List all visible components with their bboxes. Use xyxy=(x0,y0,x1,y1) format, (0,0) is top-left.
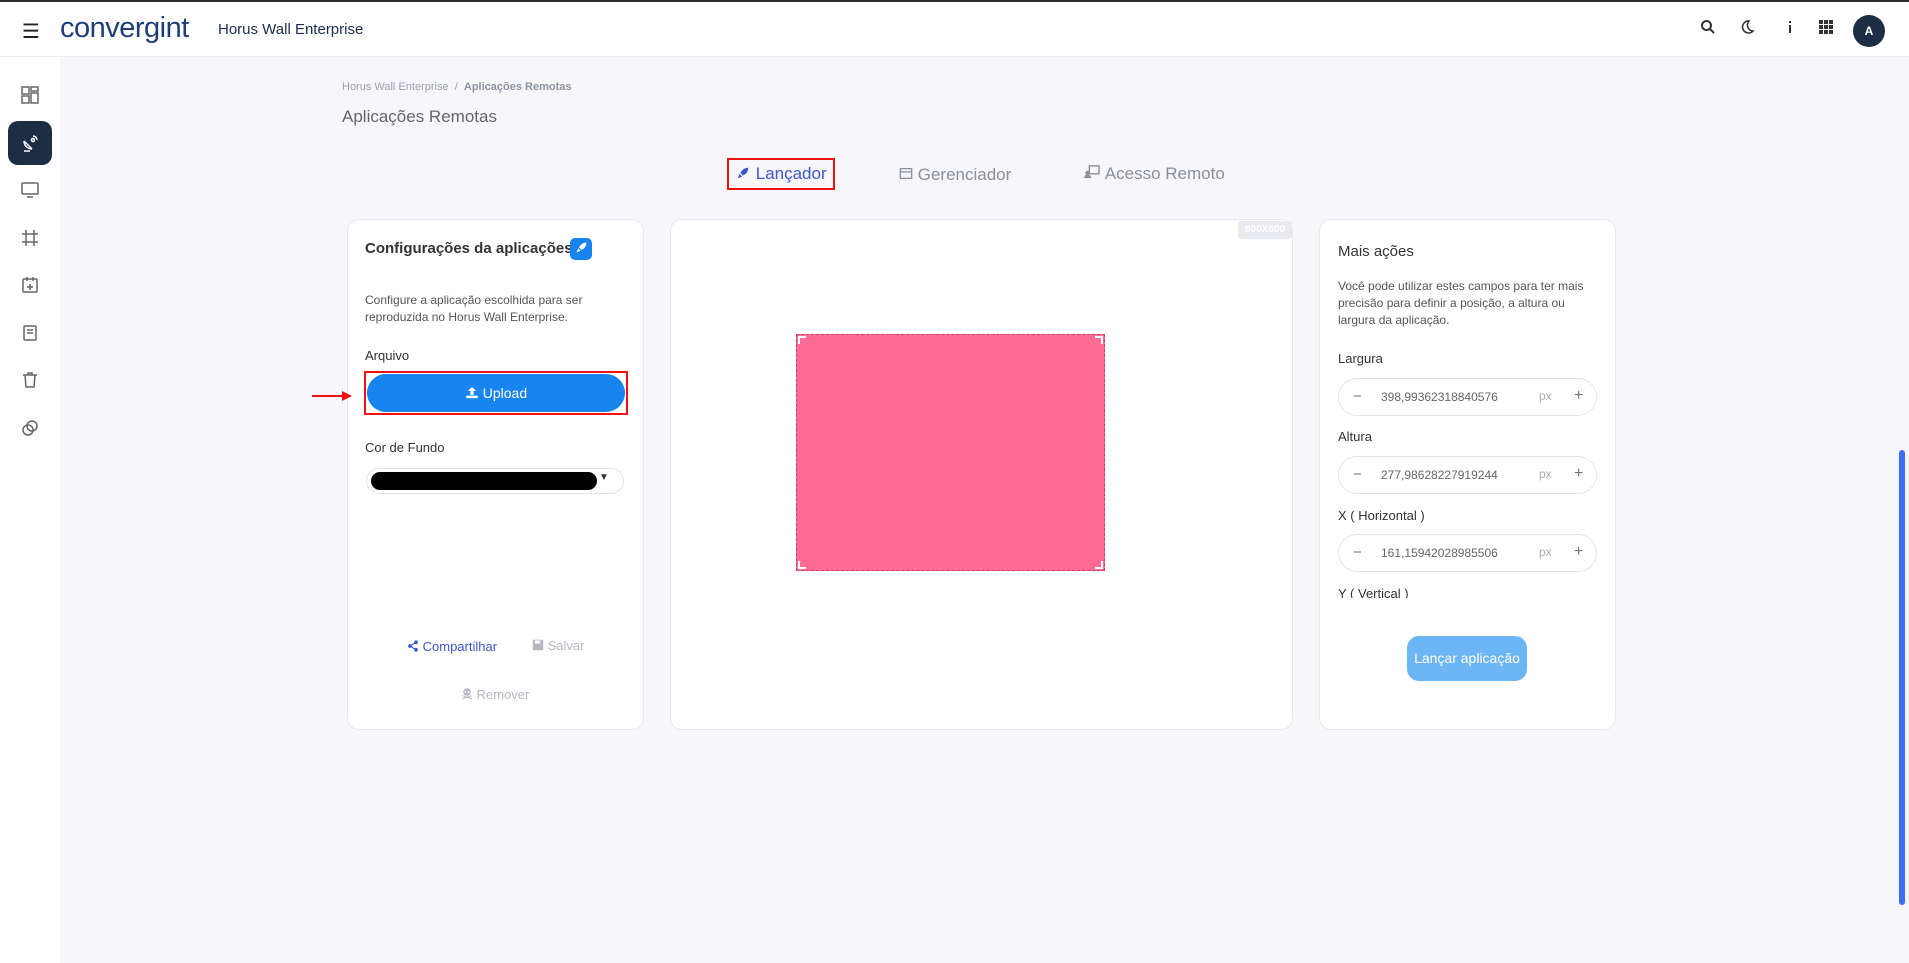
x-stepper[interactable]: − 161,15942028985506 px + xyxy=(1338,534,1597,572)
tab-manager[interactable]: Gerenciador xyxy=(899,165,1011,185)
window-icon xyxy=(899,167,913,180)
tab-launcher[interactable]: Lançador xyxy=(727,158,835,190)
page-title: Aplicações Remotas xyxy=(342,107,497,126)
resize-handle-top-left[interactable] xyxy=(798,336,806,344)
color-swatch xyxy=(371,472,597,490)
caret-down-icon: ▼ xyxy=(599,472,609,483)
save-label: Salvar xyxy=(547,638,585,653)
sidebar-item-copy[interactable] xyxy=(8,406,52,450)
breadcrumb-root[interactable]: Horus Wall Enterprise xyxy=(342,81,449,93)
info-icon[interactable] xyxy=(1782,19,1798,40)
copy-icon xyxy=(22,420,38,436)
tab-launcher-label: Lançador xyxy=(755,164,827,183)
increment-x-button[interactable]: + xyxy=(1574,543,1583,561)
skull-crossbones-icon xyxy=(462,688,472,700)
rocket-icon xyxy=(737,167,749,179)
decrement-x-button[interactable]: − xyxy=(1353,544,1362,561)
avatar[interactable]: A xyxy=(1853,15,1885,47)
height-unit: px xyxy=(1539,467,1552,481)
width-stepper[interactable]: − 398,99362318840576 px + xyxy=(1338,378,1597,416)
book-icon xyxy=(23,325,37,341)
dashboard-icon xyxy=(21,86,39,104)
share-label: Compartilhar xyxy=(422,639,498,654)
y-label: Y ( Vertical ) xyxy=(1338,586,1409,598)
actions-description: Você pode utilizar estes campos para ter… xyxy=(1338,279,1584,327)
sidebar xyxy=(0,57,60,963)
x-label: X ( Horizontal ) xyxy=(1338,508,1425,523)
sidebar-item-reports[interactable] xyxy=(8,311,52,355)
width-label: Largura xyxy=(1338,351,1383,366)
search-icon[interactable] xyxy=(1700,19,1716,40)
tab-remote-access[interactable]: Acesso Remoto xyxy=(1083,164,1225,184)
application-preview[interactable] xyxy=(796,334,1105,571)
remove-button[interactable]: Remover xyxy=(461,687,529,702)
file-label: Arquivo xyxy=(365,348,410,363)
x-unit: px xyxy=(1539,545,1552,559)
sidebar-item-screens[interactable] xyxy=(8,168,52,212)
monitor-icon xyxy=(21,182,39,198)
actions-card-title: Mais ações xyxy=(1338,243,1414,260)
share-button[interactable]: Compartilhar xyxy=(407,639,497,654)
app-name: Horus Wall Enterprise xyxy=(218,21,364,38)
remote-desktop-icon xyxy=(1084,165,1100,179)
top-bar: ☰ convergint Horus Wall Enterprise A xyxy=(0,0,1909,57)
sidebar-item-dashboard[interactable] xyxy=(8,73,52,117)
moon-icon[interactable] xyxy=(1739,19,1755,40)
launch-application-button[interactable]: Lançar aplicação xyxy=(1407,636,1527,681)
width-input[interactable]: 398,99362318840576 xyxy=(1381,390,1507,404)
save-icon xyxy=(532,639,544,651)
hamburger-menu-icon[interactable]: ☰ xyxy=(22,19,40,44)
logo[interactable]: convergint xyxy=(60,12,189,45)
tab-remote-access-label: Acesso Remoto xyxy=(1104,164,1225,183)
background-color-select[interactable]: ▼ xyxy=(366,468,624,494)
x-input[interactable]: 161,15942028985506 xyxy=(1381,546,1507,560)
sidebar-item-remote-apps[interactable] xyxy=(8,121,52,165)
breadcrumb-current: Aplicações Remotas xyxy=(463,81,572,93)
arrow-pointer-icon xyxy=(312,391,352,401)
increment-width-button[interactable]: + xyxy=(1574,387,1583,405)
config-description: Configure a aplicação escolhida para ser… xyxy=(365,293,583,324)
trash-icon xyxy=(23,372,37,388)
sidebar-item-layouts[interactable] xyxy=(8,216,52,260)
background-color-label: Cor de Fundo xyxy=(365,440,445,455)
remove-label: Remover xyxy=(476,687,530,702)
sidebar-item-trash[interactable] xyxy=(8,358,52,402)
upload-button[interactable]: Upload xyxy=(367,374,625,412)
height-input[interactable]: 277,98628227919244 xyxy=(1381,468,1507,482)
calendar-plus-icon xyxy=(22,276,38,293)
decrement-height-button[interactable]: − xyxy=(1353,466,1362,483)
config-card-title: Configurações da aplicações xyxy=(365,240,573,257)
decrement-width-button[interactable]: − xyxy=(1353,388,1362,405)
upload-button-label: Upload xyxy=(482,385,528,401)
save-button[interactable]: Salvar xyxy=(532,638,584,653)
upload-icon xyxy=(466,386,478,399)
resize-handle-bottom-right[interactable] xyxy=(1095,561,1103,569)
height-stepper[interactable]: − 277,98628227919244 px + xyxy=(1338,456,1597,494)
breadcrumb-separator: / xyxy=(454,81,458,93)
resize-handle-bottom-left[interactable] xyxy=(798,561,806,569)
breadcrumb: Horus Wall Enterprise / Aplicações Remot… xyxy=(342,81,572,93)
increment-height-button[interactable]: + xyxy=(1574,465,1583,483)
rocket-icon xyxy=(570,238,592,260)
share-icon xyxy=(408,640,418,652)
height-label: Altura xyxy=(1338,429,1372,444)
scrollbar[interactable] xyxy=(1899,450,1905,905)
crop-icon xyxy=(22,229,38,246)
width-unit: px xyxy=(1539,389,1552,403)
sidebar-item-schedule[interactable] xyxy=(8,263,52,307)
y-label-clip: Y ( Vertical ) xyxy=(1338,586,1598,598)
resolution-badge: 800X600 xyxy=(1238,221,1292,239)
satellite-dish-icon xyxy=(23,135,38,152)
resize-handle-top-right[interactable] xyxy=(1095,336,1103,344)
tab-manager-label: Gerenciador xyxy=(917,165,1012,184)
apps-grid-icon[interactable] xyxy=(1818,19,1834,40)
